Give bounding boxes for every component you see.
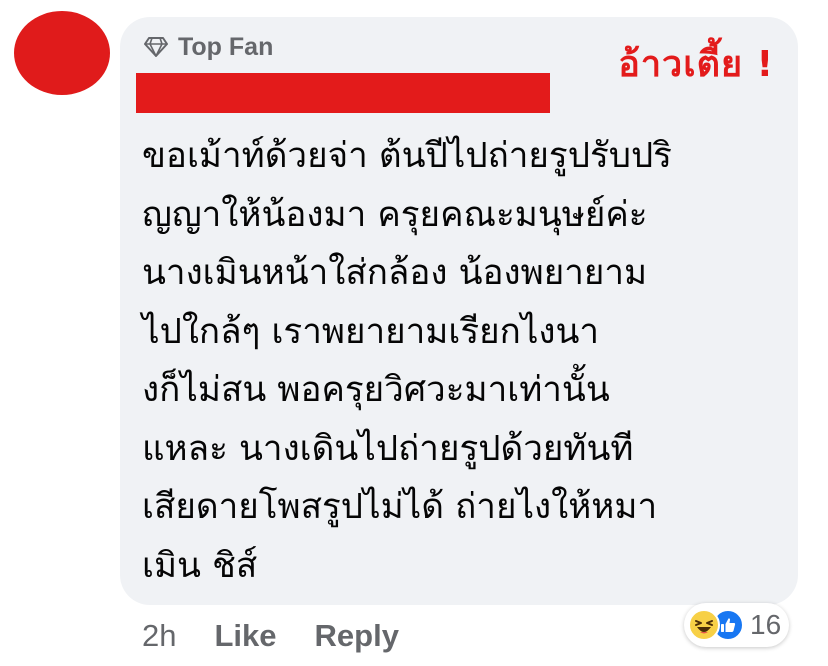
comment-line: ญญาให้น้องมา ครุยคณะมนุษย์ค่ะ	[142, 194, 648, 235]
haha-emoji-icon	[688, 609, 720, 641]
comment-bubble: Top Fan อ้าวเตี้ย ! ขอเม้าท์ด้วยจ่า ต้นป…	[120, 17, 798, 605]
timestamp[interactable]: 2h	[142, 618, 176, 654]
comment-line: เมิน ชิส์	[142, 545, 258, 586]
comment-line: ไปใกล้ๆ เราพยายามเรียกไงนา	[142, 311, 600, 352]
comment-line: งก็ไม่สน พอครุยวิศวะมาเท่านั้น	[142, 370, 610, 410]
diamond-icon	[144, 37, 168, 57]
comment-line: นางเมินหน้าใส่กล้อง น้องพยายาม	[142, 253, 648, 293]
overlay-caption: อ้าวเตี้ย !	[618, 44, 774, 85]
reaction-count: 16	[750, 609, 782, 640]
like-button[interactable]: Like	[214, 618, 276, 654]
top-fan-badge: Top Fan	[144, 31, 273, 63]
comment-text: ขอเม้าท์ด้วยจ่า ต้นปีไปถ่ายรูปรับปริ ญญา…	[142, 127, 782, 595]
badge-label: Top Fan	[178, 32, 274, 61]
comment-line: ขอเม้าท์ด้วยจ่า ต้นปีไปถ่ายรูปรับปริ	[142, 136, 672, 176]
reaction-summary[interactable]: 16	[684, 603, 790, 647]
reply-button[interactable]: Reply	[315, 618, 399, 654]
commenter-name-redaction	[136, 73, 550, 113]
comment-thread: Top Fan อ้าวเตี้ย ! ขอเม้าท์ด้วยจ่า ต้นป…	[0, 0, 828, 666]
comment-actions: 2h Like Reply	[142, 614, 437, 658]
comment-line: เสียดายโพสรูปไม่ได้ ถ่ายไงให้หมา	[142, 487, 658, 527]
comment-line: แหละ นางเดินไปถ่ายรูปด้วยทันที	[142, 428, 634, 469]
avatar[interactable]	[14, 11, 110, 95]
